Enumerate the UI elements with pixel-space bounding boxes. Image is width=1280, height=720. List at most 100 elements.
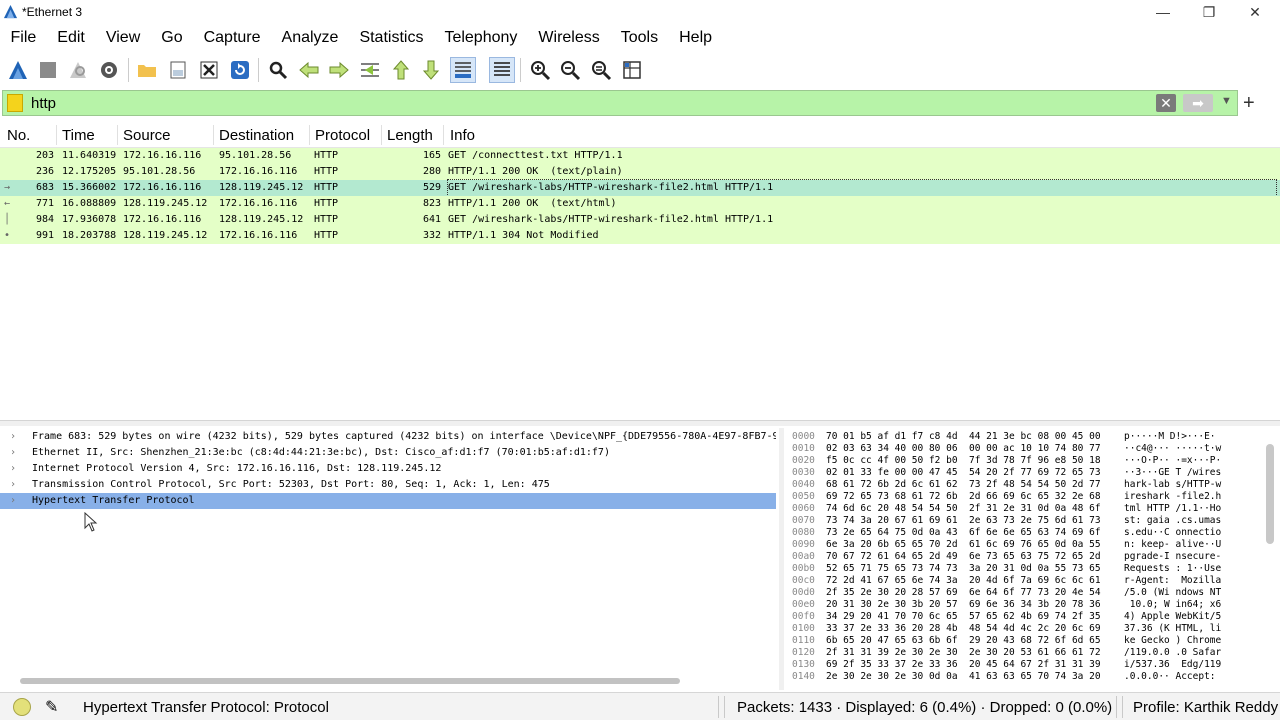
detail-row-frame[interactable]: › Frame 683: 529 bytes on wire (4232 bit… [0, 429, 776, 445]
detail-row-tcp[interactable]: › Transmission Control Protocol, Src Por… [0, 477, 776, 493]
hex-offset: 00d0 [792, 587, 815, 598]
hex-bytes: 52 65 71 75 65 73 74 73 3a 20 31 0d 0a 5… [826, 563, 1101, 574]
restart-icon[interactable] [65, 57, 91, 83]
hex-offset: 0140 [792, 671, 815, 682]
hex-bytes: 02 01 33 fe 00 00 47 45 54 20 2f 77 69 7… [826, 467, 1101, 478]
filter-bookmark-icon[interactable] [7, 94, 23, 112]
menu-telephony[interactable]: Telephony [434, 26, 528, 50]
reload-icon[interactable] [227, 57, 253, 83]
last-packet-icon[interactable] [418, 57, 444, 83]
packet-row[interactable]: │ 984 17.936078 172.16.16.116 128.119.24… [0, 212, 1280, 228]
display-filter-input[interactable] [31, 93, 1131, 113]
detail-row-http[interactable]: › Hypertext Transfer Protocol [0, 493, 776, 509]
expert-info-icon[interactable] [13, 698, 31, 716]
menu-view[interactable]: View [95, 26, 150, 50]
column-destination[interactable]: Destination [219, 127, 294, 144]
packet-row[interactable]: ← 771 16.088809 128.119.245.12 172.16.16… [0, 196, 1280, 212]
maximize-button[interactable]: ❐ [1186, 0, 1232, 24]
colorize-icon[interactable] [489, 57, 515, 83]
hex-bytes: 68 61 72 6b 2d 6c 61 62 73 2f 48 54 54 5… [826, 479, 1101, 490]
open-folder-icon[interactable] [134, 57, 160, 83]
packet-destination: 172.16.16.116 [219, 166, 298, 177]
expand-arrow-icon[interactable]: › [10, 461, 22, 477]
menu-edit[interactable]: Edit [47, 26, 96, 50]
column-length[interactable]: Length [387, 127, 433, 144]
autoscroll-icon[interactable] [450, 57, 476, 83]
status-profile[interactable]: Profile: Karthik Reddy [1133, 699, 1278, 716]
expand-arrow-icon[interactable]: › [10, 445, 22, 461]
packet-time: 17.936078 [62, 214, 117, 225]
add-filter-button[interactable]: + [1243, 92, 1255, 114]
hex-offset: 0050 [792, 491, 815, 502]
expand-arrow-icon[interactable]: › [10, 493, 22, 509]
detail-text: Transmission Control Protocol, Src Port:… [32, 479, 550, 490]
filter-history-dropdown[interactable]: ▼ [1221, 95, 1232, 107]
capture-options-icon[interactable] [96, 57, 122, 83]
zoom-reset-icon[interactable] [588, 57, 614, 83]
detail-text: Internet Protocol Version 4, Src: 172.16… [32, 463, 442, 474]
packet-time: 18.203788 [62, 230, 117, 241]
expand-arrow-icon[interactable]: › [10, 429, 22, 445]
menu-go[interactable]: Go [151, 26, 193, 50]
hex-ascii: i/537.36 Edg/119 [1124, 659, 1222, 670]
packet-row[interactable]: • 991 18.203788 128.119.245.12 172.16.16… [0, 228, 1280, 244]
detail-row-ipv4[interactable]: › Internet Protocol Version 4, Src: 172.… [0, 461, 776, 477]
menu-wireless[interactable]: Wireless [528, 26, 610, 50]
go-to-packet-icon[interactable] [357, 57, 383, 83]
hex-ascii: /119.0.0 .0 Safar [1124, 647, 1222, 658]
hex-ascii: p·····M D!>···E· [1124, 431, 1216, 442]
menu-statistics[interactable]: Statistics [349, 26, 434, 50]
resize-columns-icon[interactable] [619, 57, 645, 83]
column-protocol[interactable]: Protocol [315, 127, 370, 144]
hex-bytes: 2e 30 2e 30 2e 30 0d 0a 41 63 63 65 70 7… [826, 671, 1101, 682]
hex-bytes: 2f 31 31 39 2e 30 2e 30 2e 30 20 53 61 6… [826, 647, 1101, 658]
pane-splitter[interactable] [0, 420, 1280, 426]
packet-row[interactable]: 236 12.175205 95.101.28.56 172.16.16.116… [0, 164, 1280, 180]
menu-capture[interactable]: Capture [193, 26, 271, 50]
expand-arrow-icon[interactable]: › [10, 477, 22, 493]
find-icon[interactable] [265, 57, 291, 83]
menu-help[interactable]: Help [669, 26, 723, 50]
hex-bytes: 70 01 b5 af d1 f7 c8 4d 44 21 3e bc 08 0… [826, 431, 1101, 442]
hex-ascii: pgrade-I nsecure- [1124, 551, 1222, 562]
detail-row-ethernet[interactable]: › Ethernet II, Src: Shenzhen_21:3e:bc (c… [0, 445, 776, 461]
packet-protocol: HTTP [314, 198, 339, 209]
hex-bytes: 20 31 30 2e 30 3b 20 57 69 6e 36 34 3b 2… [826, 599, 1101, 610]
close-file-icon[interactable] [196, 57, 222, 83]
hex-bytes: 6e 3a 20 6b 65 65 70 2d 61 6c 69 76 65 0… [826, 539, 1101, 550]
hex-ascii: /5.0 (Wi ndows NT [1124, 587, 1222, 598]
column-source[interactable]: Source [123, 127, 171, 144]
hex-ascii: ··c4@··· ·····t·w [1124, 443, 1222, 454]
packet-row[interactable]: 203 11.640319 172.16.16.116 95.101.28.56… [0, 148, 1280, 164]
menu-tools[interactable]: Tools [610, 26, 668, 50]
first-packet-icon[interactable] [388, 57, 414, 83]
column-no[interactable]: No. [7, 127, 30, 144]
minimize-button[interactable]: — [1140, 0, 1186, 24]
hex-ascii: st: gaia .cs.umas [1124, 515, 1222, 526]
apply-filter-button[interactable]: ➡ [1183, 94, 1213, 112]
status-field-description: Hypertext Transfer Protocol: Protocol [83, 699, 329, 716]
menu-analyze[interactable]: Analyze [271, 26, 349, 50]
save-file-icon[interactable] [165, 57, 191, 83]
go-back-icon[interactable] [296, 57, 322, 83]
go-forward-icon[interactable] [326, 57, 352, 83]
column-time[interactable]: Time [62, 127, 95, 144]
zoom-in-icon[interactable] [527, 57, 553, 83]
clear-filter-button[interactable]: ✕ [1156, 94, 1176, 112]
hex-bytes: 74 6d 6c 20 48 54 54 50 2f 31 2e 31 0d 0… [826, 503, 1101, 514]
stop-icon[interactable] [35, 57, 61, 83]
column-info[interactable]: Info [450, 127, 475, 144]
menu-file[interactable]: File [0, 26, 47, 50]
packet-protocol: HTTP [314, 166, 339, 177]
bytes-vertical-scrollbar[interactable] [1266, 444, 1274, 544]
packet-row-selected[interactable]: → 683 15.366002 172.16.16.116 128.119.24… [0, 179, 1280, 197]
close-button[interactable]: ✕ [1232, 0, 1278, 24]
details-horizontal-scrollbar[interactable] [0, 676, 778, 686]
zoom-out-icon[interactable] [557, 57, 583, 83]
packet-destination: 95.101.28.56 [219, 150, 292, 161]
hex-offset: 0110 [792, 635, 815, 646]
shark-fin-start-icon[interactable] [5, 57, 31, 83]
scrollbar-thumb[interactable] [20, 678, 680, 684]
hex-ascii: ke Gecko ) Chrome [1124, 635, 1222, 646]
capture-comment-icon[interactable]: ✎ [45, 697, 58, 717]
